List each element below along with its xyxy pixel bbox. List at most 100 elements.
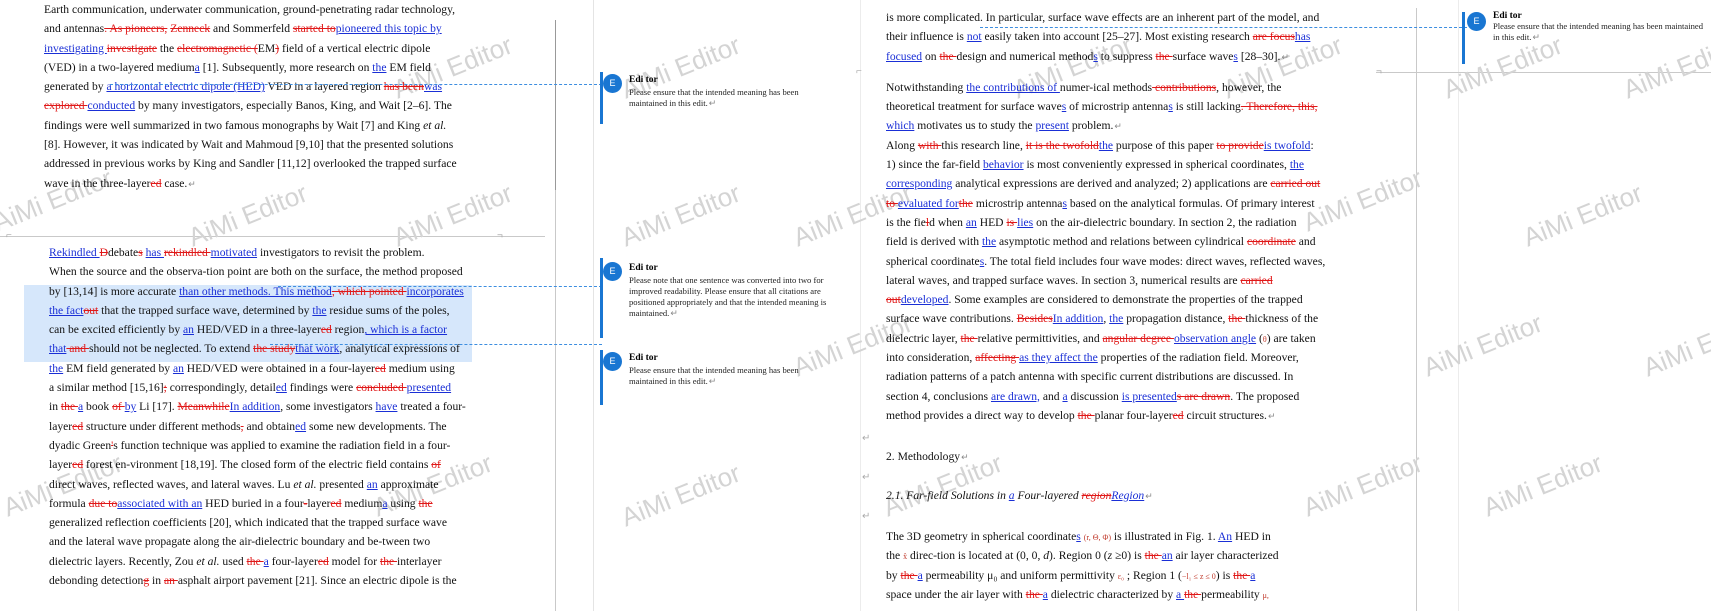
comment-card[interactable]: E Edi tor Please note that one sentence … [603,262,843,342]
tracked-insertion: pioneered this topic by [335,22,442,36]
text-run: correspondingly, detail [166,381,276,395]
comment-card[interactable]: E Edi tor Please ensure that the intende… [603,352,843,407]
crop-mark: ¬ [1376,66,1382,77]
text-run: medium [341,496,383,510]
text-run: The 3D geometry in spherical coordinate [886,530,1077,543]
change-bar [555,20,556,190]
text-run: Li [17]. [136,400,178,414]
text-run: HED [976,215,1007,229]
tracked-insertion: an [965,215,977,229]
text-run: , however, the [1216,80,1282,94]
text-run: generated by [44,80,107,94]
tracked-insertion: by [124,400,137,414]
text-run: and obtain [243,419,296,433]
text-line: dielectric layers. Recently, Zou et al. … [49,552,473,571]
text-run: this research line, [941,138,1026,152]
text-run: ≥0) is [1112,549,1145,563]
text-line: Notwithstanding the contributions of num… [886,78,1352,97]
tracked-insertion: the [1109,312,1124,326]
avatar: E [603,262,622,281]
tracked-deletion: the [1025,587,1043,601]
tracked-deletion: region [1081,489,1112,502]
empty-paragraph-mark: ↵ [862,433,871,444]
text-line: the EM field generated by an HED/VED wer… [49,359,473,378]
text-run: Earth communication, underwater communic… [44,3,456,16]
text-run: investigators to revisit the problem. [257,246,425,259]
text-run: EM field generated by [63,361,173,375]
text-run: dielectric layers. Recently, Zou [49,554,197,568]
text-run: theoretical treatment for surface wave [886,100,1062,114]
tracked-insertion: an [1161,549,1173,563]
text-run: planar four-layer [1094,408,1173,422]
text-run: design and numerical method [956,49,1094,63]
tracked-deletion: has been [383,80,424,94]
tracked-deletion: started to [292,22,336,36]
tracked-insertion: In addition [229,400,281,414]
text-run: asphalt airport pavement [21]. Since an … [177,574,457,588]
text-run: HED/VED were obtained in a four-layer [183,361,375,375]
tracked-insertion: the [1098,138,1114,152]
text-line: and the lateral wave propagate along the… [49,532,473,551]
text-run: When the source and the observa-tion poi… [49,265,463,279]
text-run: presented [316,477,367,491]
tracked-deletion: the [900,568,918,582]
tracked-deletion: s are drawn [1176,389,1231,403]
text-run: dyadic Green [49,438,112,452]
text-line: into consideration, affecting as they af… [886,348,1352,367]
paragraph-mark: ↵ [188,178,196,189]
text-run: based on the analytical formulas. Of pri… [1066,196,1315,210]
text-line: debonding detectiong in an asphalt airpo… [49,571,473,590]
comment-card[interactable]: E Edi tor Please ensure that the intende… [1467,11,1707,62]
tracked-deletion: Besides [1016,312,1053,326]
text-run: : [1310,138,1314,152]
paragraph-mark: ↵ [1281,51,1289,62]
paragraph-mark: ↵ [1114,121,1122,132]
text-run: some new developments. The [306,419,447,433]
text-run: can be excited efficiently by [49,323,184,337]
document-paragraph-left-top: Earth communication, underwater communic… [44,0,470,193]
tracked-deletion: is [1006,215,1018,229]
tracked-insertion: are drawn, [990,389,1040,403]
text-line: surface wave contributions. BesidesIn ad… [886,309,1352,328]
text-line: 1) since the far-field behavior is most … [886,155,1352,174]
text-run: et al. [293,477,317,491]
text-run: the [886,549,904,563]
document-paragraph-left-bottom: Rekindled Ddebates has rekindled motivat… [49,243,473,590]
text-run: method provides a direct way to develop [886,408,1078,422]
text-run: ; Region 1 ( [1123,568,1182,582]
watermark: AiMi Editor [616,457,745,533]
tracked-insertion: conducted [87,99,136,113]
tracked-deletion: rekindled [163,246,211,259]
text-line: layered forest en-vironment [18,19]. The… [49,455,473,474]
text-run: of microstrip antenna [1066,100,1169,114]
text-run: book [83,400,113,414]
text-run: residue sums of the poles, [326,303,450,317]
tracked-deletion: out [83,303,99,317]
text-line: radiation patterns of a patch antenna wi… [886,367,1352,386]
text-run: layer [49,458,73,472]
text-run: motivates us to study the [914,119,1036,133]
tracked-deletion: Meanwhile [177,400,230,414]
text-run: debonding detection [49,574,144,588]
text-run: dielectric characterized by [1047,587,1177,601]
text-run: s function technique was applied to exam… [113,438,451,452]
text-run: [28–30]. [1237,49,1281,63]
text-line: in the a book of by Li [17]. MeanwhileIn… [49,397,473,416]
tracked-deletion: explored [44,99,88,113]
text-line: findings were well summarized in two fam… [44,116,470,135]
tracked-deletion: the [958,196,973,210]
math-symbol: (r, Θ, Φ) [1083,533,1111,542]
comment-card[interactable]: E Edi tor Please ensure that the intende… [603,74,843,124]
text-run: et al. [423,118,447,132]
text-line: a similar method [15,16]; correspondingl… [49,378,473,397]
text-line: is the field when an HED is lies on the … [886,213,1352,232]
tracked-insertion: the [981,235,997,249]
text-run: medium using [385,361,455,375]
text-line: explored conducted by many investigators… [44,96,470,115]
tracked-deletion: carried out [1270,177,1321,191]
tracked-deletion: D [99,246,108,259]
comment-pane-divider-right [1458,0,1459,611]
text-run: microstrip antenna [972,196,1063,210]
text-line: to evaluated forthe microstrip antennas … [886,194,1352,213]
text-line: wave in the three-layered case.↵ [44,174,470,193]
